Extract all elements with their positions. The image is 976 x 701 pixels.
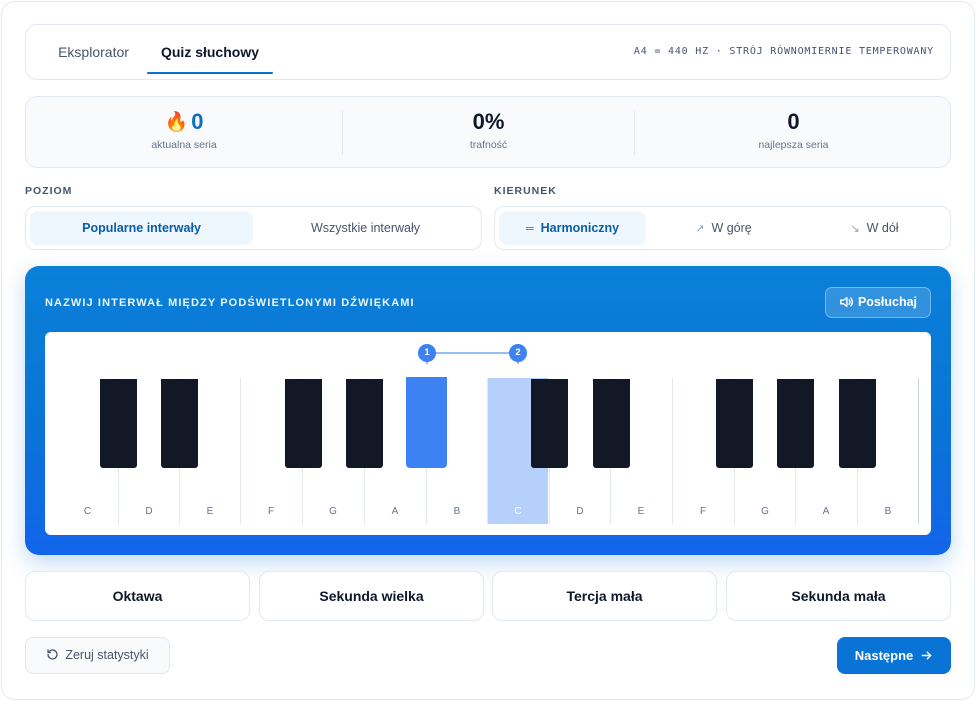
direction-option-up[interactable]: ↗ W górę	[650, 211, 797, 245]
key-label: C	[514, 506, 522, 517]
key-label: E	[637, 506, 645, 517]
level-selector: Popularne interwały Wszystkie interwały	[25, 206, 482, 250]
black-key[interactable]	[593, 379, 630, 468]
answer-button[interactable]: Tercja mała	[492, 571, 717, 621]
stats-panel: 🔥 0 aktualna seria 0% trafność 0 najlepsz…	[25, 96, 951, 168]
piano-keyboard: C D E F G A B C D E F G A B 1 2	[45, 332, 931, 535]
best-label: najlepsza seria	[758, 139, 829, 151]
streak-label: aktualna seria	[151, 139, 217, 151]
key-label: F	[699, 506, 707, 517]
key-label: C	[83, 506, 92, 517]
arrow-up-right-icon: ↗	[695, 223, 705, 235]
direction-section-label: KIERUNEK	[494, 185, 557, 197]
direction-selector: ═ Harmoniczny ↗ W górę ↘ W dół	[494, 206, 951, 250]
note-marker-2: 2	[509, 344, 527, 362]
black-key[interactable]	[839, 379, 876, 468]
stat-accuracy: 0% trafność	[343, 97, 634, 167]
direction-option-down[interactable]: ↘ W dół	[801, 211, 948, 245]
stat-best-streak: 0 najlepsza seria	[635, 97, 952, 167]
next-label: Następne	[854, 648, 914, 663]
active-tab-indicator	[147, 72, 273, 74]
black-key[interactable]	[716, 379, 753, 468]
speaker-icon	[840, 296, 853, 308]
keyboard-edge	[918, 378, 931, 524]
listen-button[interactable]: Posłuchaj	[825, 287, 931, 318]
equals-icon: ═	[525, 223, 534, 235]
level-option-popular[interactable]: Popularne interwały	[30, 211, 253, 245]
answer-button[interactable]: Oktawa	[25, 571, 250, 621]
top-bar: Eksplorator Quiz słuchowy A4 = 440 HZ · …	[25, 24, 951, 80]
black-key[interactable]	[777, 379, 814, 468]
quiz-prompt: NAZWIJ INTERWAŁ MIĘDZY PODŚWIETLONYMI DŹ…	[45, 297, 415, 309]
level-option-all[interactable]: Wszystkie interwały	[254, 211, 477, 245]
next-button[interactable]: Następne	[837, 637, 951, 674]
black-key[interactable]	[161, 379, 198, 468]
black-key[interactable]	[285, 379, 322, 468]
quiz-card: NAZWIJ INTERWAŁ MIĘDZY PODŚWIETLONYMI DŹ…	[25, 266, 951, 555]
direction-down-label: W dół	[866, 221, 899, 235]
reset-icon	[47, 649, 58, 660]
key-label: E	[206, 506, 214, 517]
answer-button[interactable]: Sekunda mała	[726, 571, 951, 621]
direction-option-harmonic[interactable]: ═ Harmoniczny	[499, 211, 646, 245]
stat-current-streak: 🔥 0 aktualna seria	[26, 97, 342, 167]
tuning-info: A4 = 440 HZ · STRÓJ RÓWNOMIERNIE TEMPERO…	[633, 46, 934, 57]
interval-connector	[426, 352, 519, 364]
direction-up-label: W górę	[711, 221, 752, 235]
accuracy-label: trafność	[469, 139, 508, 151]
key-label: G	[761, 506, 769, 517]
note-marker-1: 1	[418, 344, 436, 362]
reset-label: Zeruj statystyki	[65, 648, 149, 662]
key-label: D	[145, 506, 153, 517]
answer-button[interactable]: Sekunda wielka	[259, 571, 484, 621]
reset-stats-button[interactable]: Zeruj statystyki	[25, 637, 170, 674]
key-label: G	[329, 506, 337, 517]
key-label: B	[453, 506, 461, 517]
key-label: F	[267, 506, 275, 517]
key-label: B	[884, 506, 892, 517]
arrow-right-icon	[921, 651, 932, 660]
black-key[interactable]	[346, 379, 383, 468]
listen-label: Posłuchaj	[857, 295, 918, 309]
tab-explorer[interactable]: Eksplorator	[46, 25, 141, 75]
key-label: A	[822, 506, 830, 517]
streak-value-row: 🔥 0	[26, 109, 342, 135]
accuracy-value: 0%	[472, 109, 505, 134]
flame-icon: 🔥	[164, 112, 189, 133]
level-section-label: POZIOM	[25, 185, 73, 197]
key-label: A	[391, 506, 399, 517]
direction-harmonic-label: Harmoniczny	[540, 221, 620, 235]
tab-ear-quiz[interactable]: Quiz słuchowy	[147, 25, 273, 75]
streak-value: 0	[191, 109, 204, 134]
arrow-down-right-icon: ↘	[850, 223, 860, 235]
key-label: D	[576, 506, 584, 517]
best-value: 0	[787, 109, 800, 134]
black-key-highlighted[interactable]	[406, 377, 447, 468]
black-key[interactable]	[531, 379, 568, 468]
black-key[interactable]	[100, 379, 137, 468]
